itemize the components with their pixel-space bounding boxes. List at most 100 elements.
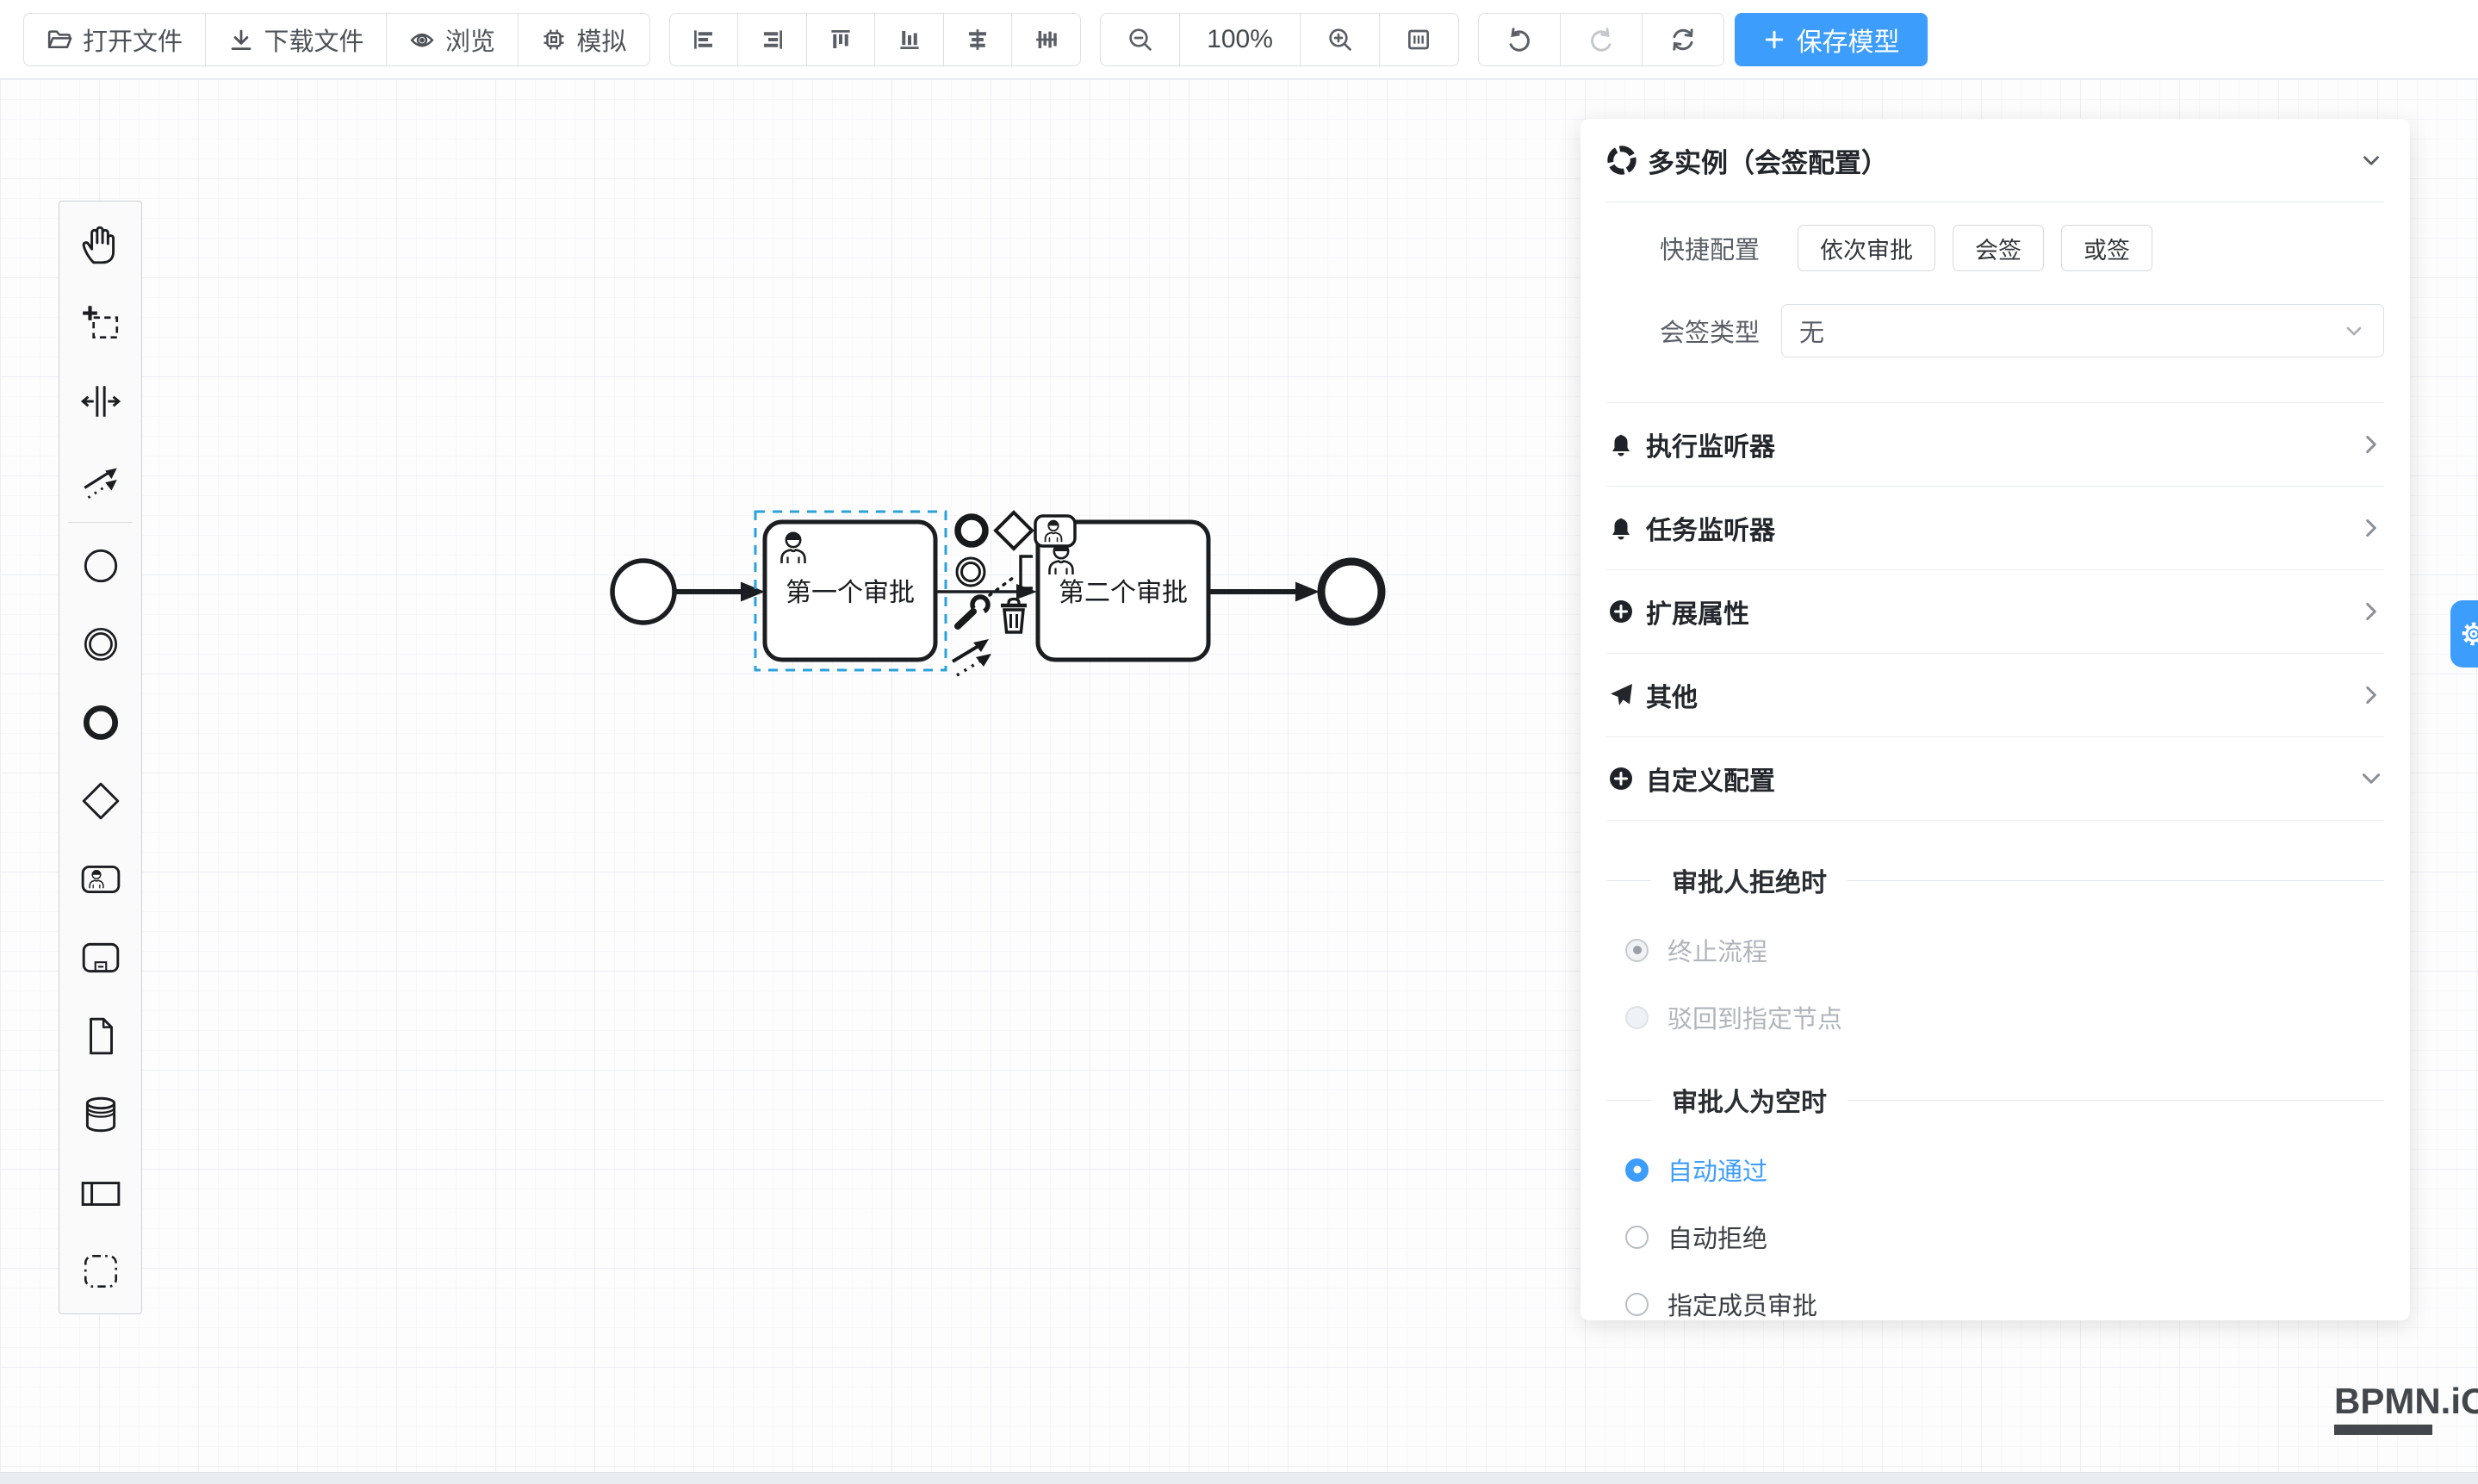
radio-terminate-process[interactable]: 终止流程 xyxy=(1606,933,2384,967)
download-icon xyxy=(228,27,254,53)
sign-type-select[interactable]: 无 xyxy=(1781,304,2384,357)
zoom-in-button[interactable] xyxy=(1300,13,1380,66)
align-left-button[interactable] xyxy=(669,13,739,66)
create-group[interactable] xyxy=(59,1232,141,1310)
group-icon xyxy=(79,1250,122,1293)
horizontal-scrollbar[interactable] xyxy=(0,1472,2478,1484)
append-task-icon[interactable] xyxy=(1035,516,1075,546)
chevron-down-icon[interactable] xyxy=(2358,147,2384,173)
space-tool[interactable] xyxy=(59,362,141,440)
data-store-icon xyxy=(79,1093,122,1136)
create-user-task[interactable] xyxy=(59,840,141,918)
radio-auto-reject[interactable]: 自动拒绝 xyxy=(1606,1220,2384,1254)
user-task-icon xyxy=(79,858,122,901)
append-gateway-icon[interactable] xyxy=(996,512,1032,549)
chevron-down-icon xyxy=(2342,319,2366,343)
radio-icon[interactable] xyxy=(1625,1006,1649,1029)
hand-icon xyxy=(79,223,122,266)
zoom-button-group: 100% xyxy=(1100,13,1459,66)
section-label: 其他 xyxy=(1646,676,1698,714)
radio-icon[interactable] xyxy=(1625,1226,1649,1249)
end-event[interactable] xyxy=(1321,562,1382,622)
preview-button[interactable]: 浏览 xyxy=(386,13,519,66)
section-label: 任务监听器 xyxy=(1646,509,1775,547)
hand-tool[interactable] xyxy=(59,205,141,283)
radio-auto-pass[interactable]: 自动通过 xyxy=(1606,1152,2384,1187)
bell-icon xyxy=(1606,513,1636,543)
sequence-flow-end[interactable] xyxy=(1208,582,1320,602)
divider-title-text: 审批人拒绝时 xyxy=(1672,861,1827,899)
global-connect-icon xyxy=(79,458,122,501)
undo-button[interactable] xyxy=(1478,13,1562,66)
plus-circle-icon xyxy=(1606,764,1636,793)
bpmn-designer-app: { "toolbar": { "file_buttons": [ {"label… xyxy=(0,0,2478,1484)
radio-return-to-node[interactable]: 驳回到指定节点 xyxy=(1606,1000,2384,1034)
or-sign-button[interactable]: 或签 xyxy=(2061,225,2152,271)
section-task-listener[interactable]: 任务监听器 xyxy=(1606,486,2384,569)
create-gateway[interactable] xyxy=(59,761,141,840)
radio-assign-member[interactable]: 指定成员审批 xyxy=(1606,1287,2384,1321)
wrench-icon[interactable] xyxy=(958,594,991,626)
align-center-horizontal-button[interactable] xyxy=(943,13,1013,66)
zoom-out-button[interactable] xyxy=(1100,13,1180,66)
radio-label: 自动通过 xyxy=(1668,1152,1767,1188)
save-model-button[interactable]: 保存模型 xyxy=(1735,13,1928,66)
create-end-event[interactable] xyxy=(59,683,141,761)
space-tool-icon xyxy=(79,380,122,423)
restart-button[interactable] xyxy=(1642,13,1724,66)
create-data-object[interactable] xyxy=(59,997,141,1075)
radio-icon[interactable] xyxy=(1625,1158,1649,1182)
sequence-flow-start[interactable] xyxy=(674,582,765,602)
create-start-event[interactable] xyxy=(59,526,141,605)
download-file-button[interactable]: 下载文件 xyxy=(205,13,388,66)
bpmn-io-logo-text: BPMN.iO xyxy=(2334,1381,2478,1422)
trash-icon[interactable] xyxy=(1001,599,1027,633)
divider-title-text: 审批人为空时 xyxy=(1672,1081,1827,1119)
bpmn-io-watermark[interactable]: BPMN.iO xyxy=(2334,1381,2478,1435)
align-bottom-button[interactable] xyxy=(874,13,944,66)
task-first-approval[interactable]: 第一个审批 xyxy=(765,522,935,660)
countersign-button[interactable]: 会签 xyxy=(1953,225,2044,271)
create-data-store[interactable] xyxy=(59,1075,141,1153)
section-execution-listener[interactable]: 执行监听器 xyxy=(1606,402,2384,486)
create-subprocess[interactable] xyxy=(59,918,141,997)
section-label: 执行监听器 xyxy=(1646,425,1775,463)
section-extended-properties[interactable]: 扩展属性 xyxy=(1606,569,2384,653)
file-button-group: 打开文件 下载文件 浏览 模拟 xyxy=(23,13,650,66)
global-connect-tool[interactable] xyxy=(59,440,141,518)
radio-icon[interactable] xyxy=(1625,939,1649,962)
start-event[interactable] xyxy=(612,561,674,623)
append-end-event-icon[interactable] xyxy=(958,517,985,544)
sequential-approval-button[interactable]: 依次审批 xyxy=(1798,225,1935,271)
lasso-tool[interactable] xyxy=(59,283,141,362)
simulate-button[interactable]: 模拟 xyxy=(518,13,650,66)
section-other[interactable]: 其他 xyxy=(1606,653,2384,736)
end-event-icon xyxy=(79,701,122,744)
section-custom-config[interactable]: 自定义配置 xyxy=(1606,736,2384,821)
chevron-down-icon xyxy=(2358,766,2384,792)
align-top-button[interactable] xyxy=(806,13,876,66)
toolbar: 打开文件 下载文件 浏览 模拟 xyxy=(0,0,2478,79)
append-intermediate-event-icon[interactable] xyxy=(957,558,984,586)
align-button-group xyxy=(669,13,1082,66)
align-middle-vertical-button[interactable] xyxy=(1011,13,1081,66)
panel-header[interactable]: 多实例（会签配置） xyxy=(1606,119,2384,202)
radio-icon[interactable] xyxy=(1625,1293,1649,1316)
folder-open-icon xyxy=(47,27,72,53)
create-pool[interactable] xyxy=(59,1153,141,1232)
zoom-level[interactable]: 100% xyxy=(1179,13,1301,66)
redo-button[interactable] xyxy=(1560,13,1643,66)
open-file-button[interactable]: 打开文件 xyxy=(23,13,206,66)
save-model-label: 保存模型 xyxy=(1797,21,1900,59)
quick-config-label: 快捷配置 xyxy=(1606,230,1760,266)
create-intermediate-event[interactable] xyxy=(59,605,141,683)
restart-icon xyxy=(1669,26,1697,53)
task-label: 第一个审批 xyxy=(786,579,915,607)
align-right-button[interactable] xyxy=(737,13,807,66)
fit-viewport-icon xyxy=(1405,26,1432,53)
append-text-annotation-icon[interactable] xyxy=(1021,556,1033,588)
gear-icon xyxy=(2457,616,2478,652)
fit-viewport-button[interactable] xyxy=(1379,13,1459,66)
preview-label: 浏览 xyxy=(445,22,495,58)
settings-edge-tab[interactable] xyxy=(2450,600,2478,667)
